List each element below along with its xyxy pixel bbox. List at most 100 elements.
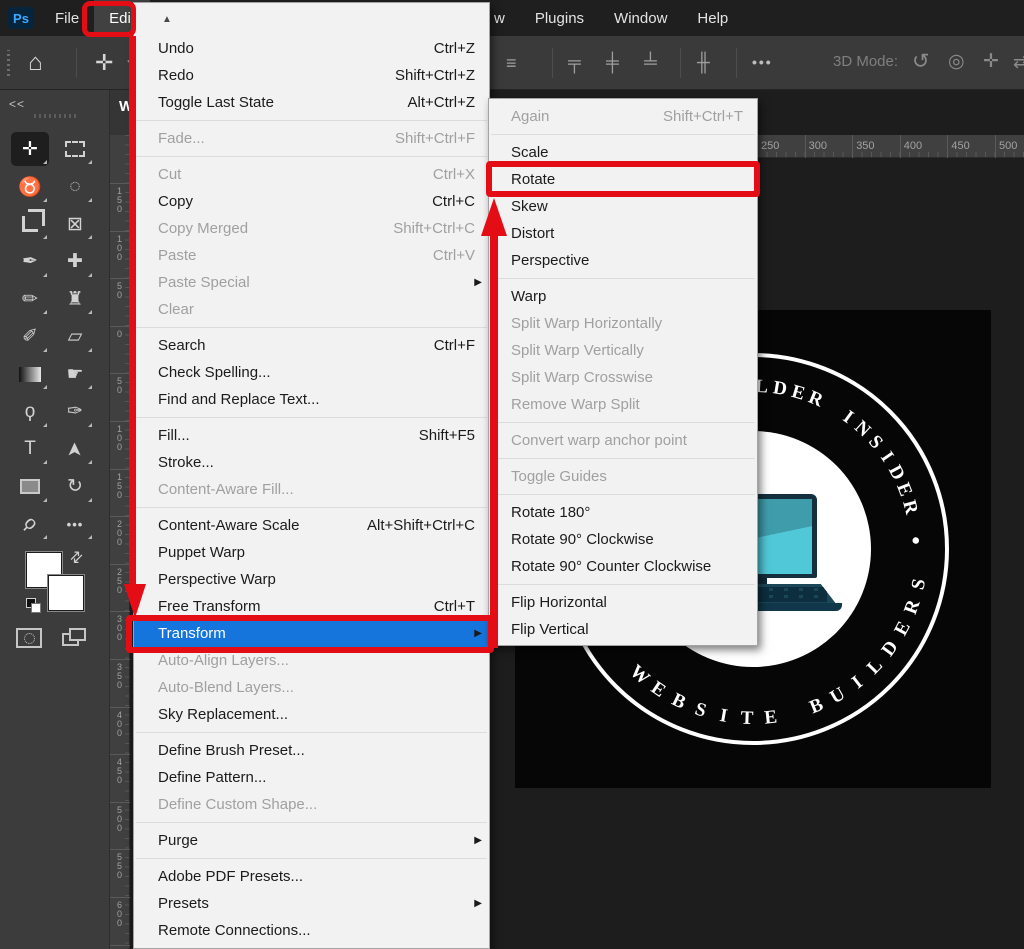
submenu-item-scale[interactable]: Scale bbox=[489, 139, 757, 166]
submenu-item-distort[interactable]: Distort bbox=[489, 220, 757, 247]
menu-item-copy[interactable]: CopyCtrl+C bbox=[134, 188, 489, 215]
menu-item-free-transform[interactable]: Free TransformCtrl+T bbox=[134, 593, 489, 620]
pencil-tool-icon[interactable]: ✏ bbox=[11, 282, 49, 316]
submenu-item-remove-warp-split[interactable]: Remove Warp Split bbox=[489, 391, 757, 418]
lasso-tool-icon[interactable]: ♉ bbox=[11, 170, 49, 204]
menu-item-undo[interactable]: UndoCtrl+Z bbox=[134, 35, 489, 62]
menu-item-auto-align-layers[interactable]: Auto-Align Layers... bbox=[134, 647, 489, 674]
menu-item-define-brush-preset[interactable]: Define Brush Preset... bbox=[134, 737, 489, 764]
menu-item-find-and-replace-text[interactable]: Find and Replace Text... bbox=[134, 386, 489, 413]
distribute-horizontally-icon[interactable]: ╫ bbox=[697, 53, 710, 71]
menu-item-sky-replacement[interactable]: Sky Replacement... bbox=[134, 701, 489, 728]
menu-item-perspective-warp[interactable]: Perspective Warp bbox=[134, 566, 489, 593]
eraser-tool-icon[interactable]: ▱ bbox=[56, 320, 94, 354]
submenu-item-split-warp-horizontally[interactable]: Split Warp Horizontally bbox=[489, 310, 757, 337]
submenu-item-split-warp-vertically[interactable]: Split Warp Vertically bbox=[489, 337, 757, 364]
menu-item-stroke[interactable]: Stroke... bbox=[134, 449, 489, 476]
align-vertical-centers-icon[interactable]: ╪ bbox=[606, 53, 619, 71]
menu-item-redo[interactable]: RedoShift+Ctrl+Z bbox=[134, 62, 489, 89]
menu-item-cut[interactable]: CutCtrl+X bbox=[134, 161, 489, 188]
rectangular-marquee-tool-icon[interactable] bbox=[56, 132, 94, 166]
object-selection-tool-icon[interactable]: ◌ bbox=[56, 170, 94, 204]
edit-toolbar-button[interactable]: ••• bbox=[56, 507, 94, 541]
submenu-item-toggle-guides[interactable]: Toggle Guides bbox=[489, 463, 757, 490]
pen-tool-icon[interactable]: ✑ bbox=[56, 395, 94, 429]
default-colors-icon[interactable] bbox=[26, 598, 42, 614]
menu-item-search[interactable]: SearchCtrl+F bbox=[134, 332, 489, 359]
menu-item-toggle-last-state[interactable]: Toggle Last StateAlt+Ctrl+Z bbox=[134, 89, 489, 116]
align-bottom-edges-icon[interactable]: ╧ bbox=[644, 53, 657, 71]
swap-colors-icon[interactable]: ⇄ bbox=[65, 546, 87, 568]
ruler-label: 500 bbox=[999, 140, 1017, 152]
menu-item-define-custom-shape[interactable]: Define Custom Shape... bbox=[134, 791, 489, 818]
frame-tool-icon[interactable]: ⊠ bbox=[56, 207, 94, 241]
3d-slide-icon[interactable]: ⇄ bbox=[1013, 53, 1024, 71]
menubar-item-help[interactable]: Help bbox=[682, 0, 743, 36]
align-distribute-icon[interactable]: ≡ bbox=[506, 54, 517, 72]
path-selection-tool-icon[interactable]: ➤ bbox=[56, 432, 94, 466]
menu-separator bbox=[491, 134, 755, 135]
menu-item-paste[interactable]: PasteCtrl+V bbox=[134, 242, 489, 269]
align-top-edges-icon[interactable]: ╤ bbox=[568, 53, 581, 71]
submenu-item-rotate[interactable]: Rotate bbox=[489, 166, 757, 193]
submenu-item-again[interactable]: AgainShift+Ctrl+T bbox=[489, 103, 757, 130]
move-tool-icon[interactable]: ✛ bbox=[95, 52, 113, 74]
smudge-tool-icon[interactable]: ☛ bbox=[56, 357, 94, 391]
menu-item-check-spelling[interactable]: Check Spelling... bbox=[134, 359, 489, 386]
3d-pan-icon[interactable]: ✛ bbox=[983, 52, 999, 71]
menu-item-adobe-pdf-presets[interactable]: Adobe PDF Presets... bbox=[134, 863, 489, 890]
clone-stamp-tool-icon[interactable]: ♜ bbox=[56, 282, 94, 316]
menu-item-paste-special[interactable]: Paste Special▶ bbox=[134, 269, 489, 296]
gradient-tool-icon[interactable] bbox=[11, 357, 49, 391]
submenu-item-perspective[interactable]: Perspective bbox=[489, 247, 757, 274]
menu-item-fade[interactable]: Fade...Shift+Ctrl+F bbox=[134, 125, 489, 152]
move-tool-icon[interactable]: ✛ bbox=[11, 132, 49, 166]
menu-item-purge[interactable]: Purge▶ bbox=[134, 827, 489, 854]
menu-item-transform[interactable]: Transform▶ bbox=[134, 620, 489, 647]
menu-item-auto-blend-layers[interactable]: Auto-Blend Layers... bbox=[134, 674, 489, 701]
more-options-icon[interactable]: ••• bbox=[752, 55, 773, 69]
menu-item-presets[interactable]: Presets▶ bbox=[134, 890, 489, 917]
collapse-panel-button[interactable]: << bbox=[9, 97, 25, 111]
menu-item-define-pattern[interactable]: Define Pattern... bbox=[134, 764, 489, 791]
menu-scroll-up-icon[interactable]: ▲ bbox=[162, 14, 172, 25]
menu-item-clear[interactable]: Clear bbox=[134, 296, 489, 323]
rectangle-tool-icon[interactable] bbox=[11, 470, 49, 504]
ruler-label: 500 bbox=[115, 806, 124, 833]
submenu-item-skew[interactable]: Skew bbox=[489, 193, 757, 220]
dodge-tool-icon[interactable]: ϙ bbox=[11, 395, 49, 429]
submenu-item-convert-warp-anchor-point[interactable]: Convert warp anchor point bbox=[489, 427, 757, 454]
type-tool-icon[interactable]: T bbox=[11, 432, 49, 466]
submenu-item-warp[interactable]: Warp bbox=[489, 283, 757, 310]
menu-item-copy-merged[interactable]: Copy MergedShift+Ctrl+C bbox=[134, 215, 489, 242]
submenu-item-rotate-90-counter-clockwise[interactable]: Rotate 90° Counter Clockwise bbox=[489, 553, 757, 580]
submenu-item-split-warp-crosswise[interactable]: Split Warp Crosswise bbox=[489, 364, 757, 391]
menu-item-content-aware-scale[interactable]: Content-Aware ScaleAlt+Shift+Ctrl+C bbox=[134, 512, 489, 539]
menubar-item-file[interactable]: File bbox=[40, 0, 94, 36]
options-bar-grip[interactable] bbox=[7, 50, 10, 76]
3d-roll-icon[interactable]: ◎ bbox=[948, 52, 965, 71]
menu-item-remote-connections[interactable]: Remote Connections... bbox=[134, 917, 489, 944]
3d-orbit-icon[interactable]: ↺ bbox=[912, 51, 930, 72]
eyedropper-tool-icon[interactable]: ✒ bbox=[11, 245, 49, 279]
menu-item-puppet-warp[interactable]: Puppet Warp bbox=[134, 539, 489, 566]
panel-grip[interactable] bbox=[34, 114, 78, 118]
submenu-item-flip-vertical[interactable]: Flip Vertical bbox=[489, 616, 757, 643]
zoom-tool-icon[interactable]: ϙ bbox=[11, 507, 49, 541]
menu-item-content-aware-fill[interactable]: Content-Aware Fill... bbox=[134, 476, 489, 503]
submenu-item-rotate-90-clockwise[interactable]: Rotate 90° Clockwise bbox=[489, 526, 757, 553]
quick-mask-button[interactable] bbox=[16, 628, 42, 648]
rotate-view-tool-icon[interactable]: ↻ bbox=[56, 470, 94, 504]
history-brush-tool-icon[interactable]: ✐ bbox=[11, 320, 49, 354]
menu-item-fill[interactable]: Fill...Shift+F5 bbox=[134, 422, 489, 449]
healing-brush-tool-icon[interactable]: ✚ bbox=[56, 245, 94, 279]
submenu-item-flip-horizontal[interactable]: Flip Horizontal bbox=[489, 589, 757, 616]
background-color-swatch[interactable] bbox=[48, 575, 84, 611]
home-icon[interactable]: ⌂ bbox=[28, 51, 43, 75]
menubar-item-window[interactable]: Window bbox=[599, 0, 682, 36]
menubar-item-plugins[interactable]: Plugins bbox=[520, 0, 599, 36]
submenu-item-rotate-180[interactable]: Rotate 180° bbox=[489, 499, 757, 526]
menu-separator bbox=[491, 278, 755, 279]
crop-tool-icon[interactable] bbox=[11, 207, 49, 241]
screen-mode-button[interactable] bbox=[62, 628, 88, 648]
